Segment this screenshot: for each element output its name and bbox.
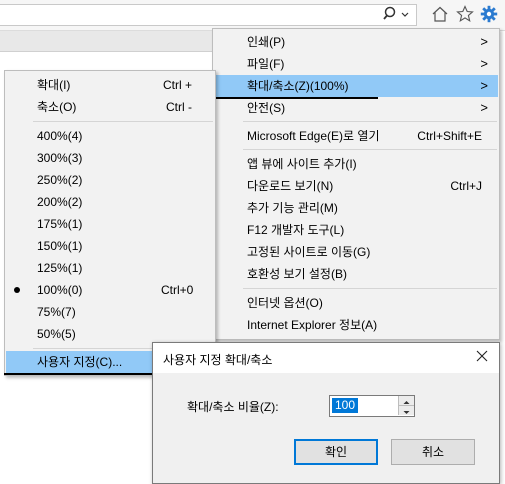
menu-item-label: 175%(1)	[37, 217, 83, 231]
menu-item-label: 파일(F)	[247, 57, 285, 71]
menu-item-label: 200%(2)	[37, 195, 83, 209]
selected-bullet-icon	[14, 287, 20, 293]
submenu-arrow-icon: >	[480, 78, 488, 93]
menu-item-label: 축소(O)	[37, 100, 77, 114]
menu-item-shortcut: Ctrl+0	[161, 283, 194, 297]
browser-toolbar	[0, 0, 505, 31]
menu-item-file[interactable]: 파일(F) >	[214, 53, 498, 75]
submenu-arrow-icon: >	[480, 100, 488, 115]
menu-item-label: 확대(I)	[37, 78, 71, 92]
tab-strip	[0, 31, 212, 52]
menu-item-label: Microsoft Edge(E)로 열기	[247, 129, 380, 143]
menu-item-label: 안전(S)	[247, 101, 286, 115]
menu-item-label: 다운로드 보기(N)	[247, 179, 334, 193]
menu-item-print[interactable]: 인쇄(P) >	[214, 31, 498, 53]
menu-separator	[243, 288, 497, 289]
home-icon[interactable]	[431, 5, 449, 23]
menu-item-zoom-175[interactable]: 175%(1)	[6, 213, 214, 235]
custom-zoom-underline	[4, 373, 154, 375]
favorites-star-icon[interactable]	[456, 5, 474, 23]
menu-item-label: F12 개발자 도구(L)	[247, 223, 345, 237]
menu-item-label: 고정된 사이트로 이동(G)	[247, 245, 371, 259]
menu-item-label: 인터넷 옵션(O)	[247, 296, 323, 310]
menu-item-manage-addons[interactable]: 추가 기능 관리(M)	[214, 197, 498, 219]
menu-item-label: Internet Explorer 정보(A)	[247, 318, 378, 332]
menu-item-pinned-sites[interactable]: 고정된 사이트로 이동(G)	[214, 241, 498, 263]
menu-item-label: 75%(7)	[37, 305, 76, 319]
menu-item-label: 100%(0)	[37, 283, 83, 297]
spin-up-icon[interactable]	[398, 396, 414, 406]
menu-separator	[33, 121, 213, 122]
menu-item-zoom-100[interactable]: 100%(0) Ctrl+0	[6, 279, 214, 301]
menu-item-zoom-200[interactable]: 200%(2)	[6, 191, 214, 213]
menu-item-label: 250%(2)	[37, 173, 83, 187]
menu-item-label: 300%(3)	[37, 151, 83, 165]
menu-item-about-ie[interactable]: Internet Explorer 정보(A)	[214, 314, 498, 336]
menu-item-zoom-75[interactable]: 75%(7)	[6, 301, 214, 323]
menu-item-label: 앱 뷰에 사이트 추가(I)	[247, 157, 357, 171]
cancel-button[interactable]: 취소	[391, 439, 475, 465]
menu-separator	[243, 149, 497, 150]
menu-item-zoom-in[interactable]: 확대(I) Ctrl +	[6, 74, 214, 96]
submenu-arrow-icon: >	[480, 56, 488, 71]
dialog-titlebar: 사용자 지정 확대/축소	[153, 343, 499, 373]
menu-item-label: 50%(5)	[37, 327, 76, 341]
menu-item-zoom-300[interactable]: 300%(3)	[6, 147, 214, 169]
menu-item-label: 125%(1)	[37, 261, 83, 275]
menu-item-dev-tools[interactable]: F12 개발자 도구(L)	[214, 219, 498, 241]
menu-item-safety[interactable]: 안전(S) >	[214, 97, 498, 119]
menu-item-zoom-out[interactable]: 축소(O) Ctrl -	[6, 96, 214, 118]
menu-item-label: 150%(1)	[37, 239, 83, 253]
menu-item-label: 추가 기능 관리(M)	[247, 201, 338, 215]
menu-item-zoom-150[interactable]: 150%(1)	[6, 235, 214, 257]
menu-item-compat-view[interactable]: 호환성 보기 설정(B)	[214, 263, 498, 285]
menu-item-zoom-400[interactable]: 400%(4)	[6, 125, 214, 147]
menu-item-zoom-125[interactable]: 125%(1)	[6, 257, 214, 279]
address-bar[interactable]	[0, 4, 417, 26]
menu-item-open-in-edge[interactable]: Microsoft Edge(E)로 열기 Ctrl+Shift+E	[214, 125, 498, 147]
custom-zoom-dialog: 사용자 지정 확대/축소 확대/축소 비율(Z): 100 확인 취소	[152, 342, 500, 484]
dropdown-icon[interactable]	[399, 5, 411, 23]
menu-item-shortcut: Ctrl -	[166, 100, 192, 114]
tools-menu: 인쇄(P) > 파일(F) > 확대/축소(Z)(100%) > 안전(S) >…	[212, 28, 500, 340]
menu-item-label: 호환성 보기 설정(B)	[247, 267, 347, 281]
submenu-arrow-icon: >	[480, 34, 488, 49]
menu-item-label: 인쇄(P)	[247, 35, 286, 49]
menu-item-shortcut: Ctrl+Shift+E	[417, 129, 482, 143]
menu-separator	[243, 121, 497, 122]
tools-gear-icon[interactable]	[480, 5, 498, 23]
menu-item-internet-options[interactable]: 인터넷 옵션(O)	[214, 292, 498, 314]
menu-item-shortcut: Ctrl +	[163, 78, 193, 92]
menu-item-add-site-to-apps[interactable]: 앱 뷰에 사이트 추가(I)	[214, 153, 498, 175]
ok-button[interactable]: 확인	[294, 439, 378, 465]
zoom-ratio-label: 확대/축소 비율(Z):	[187, 400, 279, 414]
menu-item-label: 확대/축소(Z)(100%)	[247, 79, 349, 93]
close-icon[interactable]	[475, 349, 489, 363]
menu-item-shortcut: Ctrl+J	[450, 179, 482, 193]
menu-item-label: 400%(4)	[37, 129, 83, 143]
search-icon[interactable]	[382, 5, 400, 23]
zoom-ratio-stepper[interactable]: 100	[329, 395, 415, 417]
menu-item-zoom-250[interactable]: 250%(2)	[6, 169, 214, 191]
menu-item-label: 사용자 지정(C)...	[37, 355, 123, 369]
zoom-ratio-input[interactable]: 100	[332, 398, 359, 413]
zoom-submenu: 확대(I) Ctrl + 축소(O) Ctrl - 400%(4) 300%(3…	[4, 70, 216, 376]
menu-item-zoom[interactable]: 확대/축소(Z)(100%) >	[214, 75, 498, 97]
dialog-title: 사용자 지정 확대/축소	[163, 353, 273, 367]
spin-down-icon[interactable]	[398, 406, 414, 415]
menu-item-view-downloads[interactable]: 다운로드 보기(N) Ctrl+J	[214, 175, 498, 197]
